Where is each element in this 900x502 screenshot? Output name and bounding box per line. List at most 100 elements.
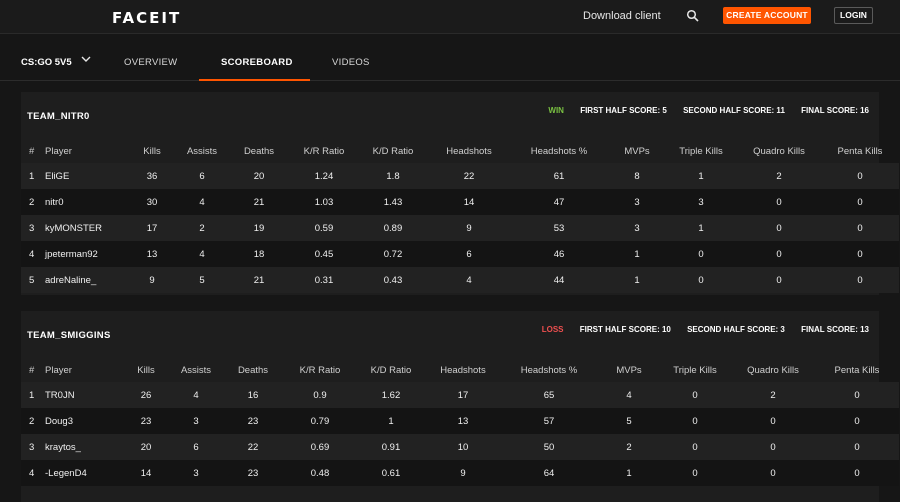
column-header-num: # [29,364,35,376]
create-account-button[interactable]: CREATE ACCOUNT [723,7,811,24]
cell-kd-ratio: 1.8 [357,163,429,189]
cell-kd-ratio: 0.61 [355,460,427,486]
cell-headshots-pct: 47 [509,189,609,215]
cell-assists: 4 [177,189,227,215]
cell-headshots: 9 [429,215,509,241]
column-header-headshots: Headshots [440,364,486,376]
cell-quadro-kills: 0 [737,215,821,241]
table-row: 3 kraytos_ 20 6 22 0.69 0.91 10 50 2 0 0 0 [21,434,899,460]
cell-kills: 26 [121,382,171,408]
cell-deaths: 23 [221,408,285,434]
table-row: 1 TR0JN 26 4 16 0.9 1.62 17 65 4 0 2 0 [21,382,899,408]
column-header-mvps: MVPs [624,145,650,157]
team-panel-2: TEAM_SMIGGINS LOSS FIRST HALF SCORE: 10 … [21,311,899,502]
cell-kr-ratio: 1.03 [291,189,357,215]
scoreboard-table: # Player Kills Assists Deaths K/R Ratio K/D Ra… [21,139,899,293]
cell-kills: 13 [127,241,177,267]
cell-triple-kills: 0 [665,267,737,293]
column-header-kr-ratio: K/R Ratio [303,145,345,157]
column-header-mvps: MVPs [616,364,642,376]
cell-headshots: 9 [427,460,499,486]
cell-assists: 6 [177,163,227,189]
score-summary: LOSS FIRST HALF SCORE: 10 SECOND HALF SC… [528,325,869,334]
cell-deaths: 18 [227,241,291,267]
column-header-penta-kills: Penta Kills [837,145,883,157]
final-score: FINAL SCORE: 16 [801,106,869,115]
column-header-headshots-pct: Headshots % [530,145,588,157]
match-result: WIN [548,106,564,115]
column-header-deaths: Deaths [243,145,275,157]
cell-penta-kills: 0 [821,241,899,267]
cell-player[interactable]: adreNaline_ [39,267,127,293]
table-row: 3 kyMONSTER 17 2 19 0.59 0.89 9 53 3 1 0 0 [21,215,899,241]
tab-videos[interactable]: VIDEOS [332,57,370,68]
cell-player[interactable]: -LegenD4 [39,460,121,486]
search-icon[interactable] [686,9,700,23]
cell-player[interactable]: kraytos_ [39,434,121,460]
column-header-deaths: Deaths [237,364,269,376]
cell-num: 2 [21,408,39,434]
column-header-assists: Assists [180,364,212,376]
column-header-quadro-kills: Quadro Kills [747,364,799,376]
match-result: LOSS [541,325,564,334]
faceit-logo[interactable]: FACEIT [112,9,181,27]
table-row: 4 -LegenD4 14 3 23 0.48 0.61 9 64 1 0 0 0 [21,460,899,486]
cell-mvps: 4 [599,382,659,408]
column-header-kd-ratio: K/D Ratio [370,364,412,376]
cell-kd-ratio: 1.62 [355,382,427,408]
cell-kr-ratio: 0.79 [285,408,355,434]
cell-kr-ratio: 0.69 [285,434,355,460]
cell-headshots-pct: 57 [499,408,599,434]
game-selector[interactable]: CS:GO 5V5 [21,57,72,68]
cell-deaths: 23 [221,460,285,486]
cell-kd-ratio: 0.72 [357,241,429,267]
cell-quadro-kills: 2 [731,382,815,408]
table-row: 2 Doug3 23 3 23 0.79 1 13 57 5 0 0 0 [21,408,899,434]
cell-assists: 3 [171,460,221,486]
cell-deaths: 21 [227,189,291,215]
tab-overview[interactable]: OVERVIEW [124,57,177,68]
cell-quadro-kills: 0 [737,267,821,293]
table-header-row: # Player Kills Assists Deaths K/R Ratio K/D Ra… [21,139,899,163]
cell-player[interactable]: jpeterman92 [39,241,127,267]
cell-assists: 4 [171,382,221,408]
second-half-score: SECOND HALF SCORE: 11 [683,106,785,115]
cell-quadro-kills: 0 [737,241,821,267]
cell-player[interactable]: nitr0 [39,189,127,215]
cell-headshots-pct: 61 [509,163,609,189]
cell-triple-kills: 0 [659,382,731,408]
column-header-triple-kills: Triple Kills [679,145,723,157]
cell-quadro-kills: 2 [737,163,821,189]
tab-scoreboard[interactable]: SCOREBOARD [221,57,293,68]
cell-kd-ratio: 0.89 [357,215,429,241]
cell-mvps: 1 [599,460,659,486]
cell-kr-ratio: 0.45 [291,241,357,267]
cell-player[interactable]: Doug3 [39,408,121,434]
cell-assists: 6 [171,434,221,460]
team-header: TEAM_NITR0 WIN FIRST HALF SCORE: 5 SECON… [21,92,879,128]
cell-triple-kills: 0 [665,241,737,267]
download-client-link[interactable]: Download client [583,10,661,22]
top-bar: FACEIT Download client CREATE ACCOUNT LO… [0,0,900,34]
login-button[interactable]: LOGIN [834,7,873,24]
cell-mvps: 5 [599,408,659,434]
cell-penta-kills: 0 [815,382,899,408]
chevron-down-icon[interactable] [81,55,91,63]
cell-headshots: 14 [429,189,509,215]
table-header-row: # Player Kills Assists Deaths K/R Ratio K/D Ra… [21,358,899,382]
cell-player[interactable]: EliGE [39,163,127,189]
column-header-kills: Kills [143,145,161,157]
cell-player[interactable]: kyMONSTER [39,215,127,241]
column-header-kr-ratio: K/R Ratio [299,364,341,376]
table-row: 4 jpeterman92 13 4 18 0.45 0.72 6 46 1 0 0 0 [21,241,899,267]
cell-player[interactable]: TR0JN [39,382,121,408]
cell-quadro-kills: 0 [731,408,815,434]
cell-quadro-kills: 0 [731,434,815,460]
cell-headshots-pct: 46 [509,241,609,267]
column-header-penta-kills: Penta Kills [834,364,880,376]
cell-quadro-kills: 0 [731,460,815,486]
cell-num: 2 [21,189,39,215]
score-summary: WIN FIRST HALF SCORE: 5 SECOND HALF SCOR… [534,106,869,115]
cell-num: 4 [21,460,39,486]
cell-kr-ratio: 0.59 [291,215,357,241]
